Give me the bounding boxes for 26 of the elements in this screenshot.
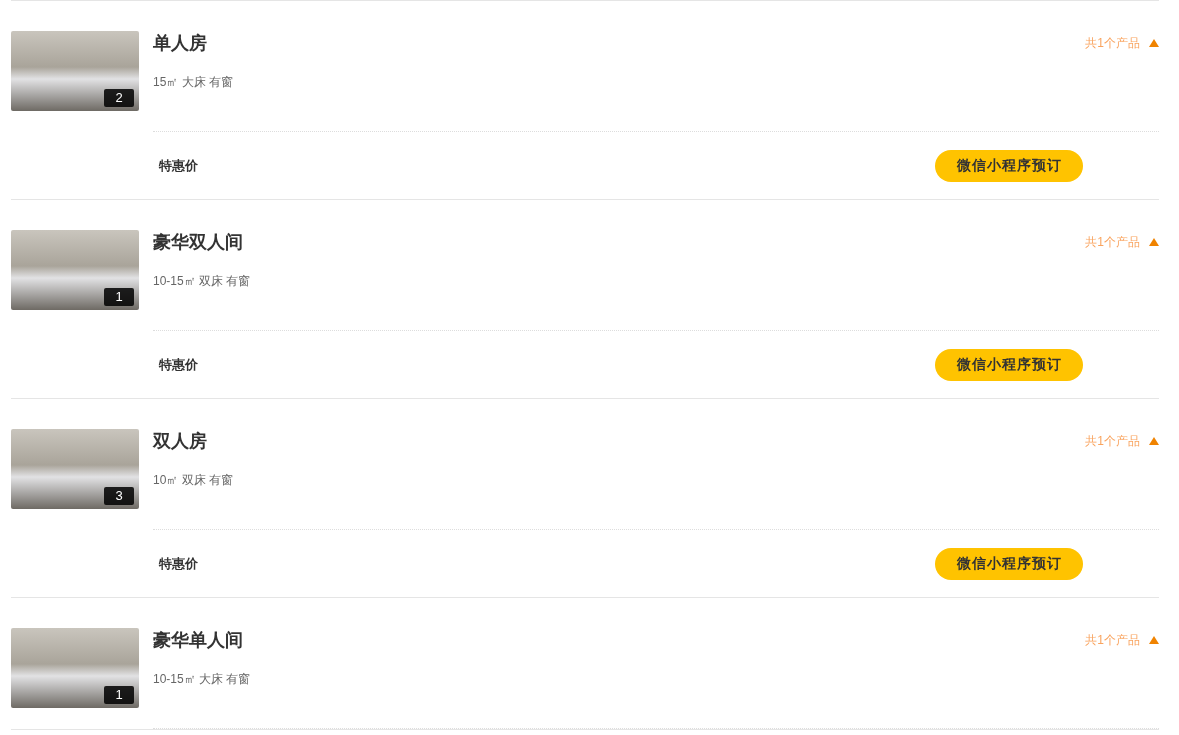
room-details: 15㎡ 大床 有窗 xyxy=(153,74,233,91)
room-title: 豪华单人间 xyxy=(153,629,244,652)
room-title: 双人房 xyxy=(153,430,208,453)
photo-placeholder[interactable]: 1 xyxy=(11,628,139,708)
collapse-triangle-icon[interactable] xyxy=(1149,636,1159,644)
photo-count-badge: 3 xyxy=(104,487,134,505)
book-button[interactable]: 微信小程序预订 xyxy=(935,348,1083,381)
photo-count-badge: 1 xyxy=(104,288,134,306)
offer-label: 特惠价 xyxy=(158,355,198,374)
room-details: 10㎡ 双床 有窗 xyxy=(153,472,233,489)
room-title: 豪华双人间 xyxy=(153,231,244,254)
collapse-triangle-icon[interactable] xyxy=(1149,39,1159,47)
photo-count-badge: 1 xyxy=(104,686,134,704)
photo-count-badge: 2 xyxy=(104,89,134,107)
offer-label: 特惠价 xyxy=(158,156,198,175)
photo-placeholder[interactable]: 3 xyxy=(11,429,139,509)
photo-placeholder[interactable]: 1 xyxy=(11,230,139,310)
offer-label: 特惠价 xyxy=(158,554,198,573)
photo-placeholder[interactable]: 2 xyxy=(11,31,139,111)
collapse-triangle-icon[interactable] xyxy=(1149,437,1159,445)
book-button[interactable]: 微信小程序预订 xyxy=(935,149,1083,182)
collapse-triangle-icon[interactable] xyxy=(1149,238,1159,246)
book-button[interactable]: 微信小程序预订 xyxy=(935,547,1083,580)
room-details: 10-15㎡ 双床 有窗 xyxy=(153,273,251,290)
room-details: 10-15㎡ 大床 有窗 xyxy=(153,671,251,688)
room-title: 单人房 xyxy=(153,32,208,55)
